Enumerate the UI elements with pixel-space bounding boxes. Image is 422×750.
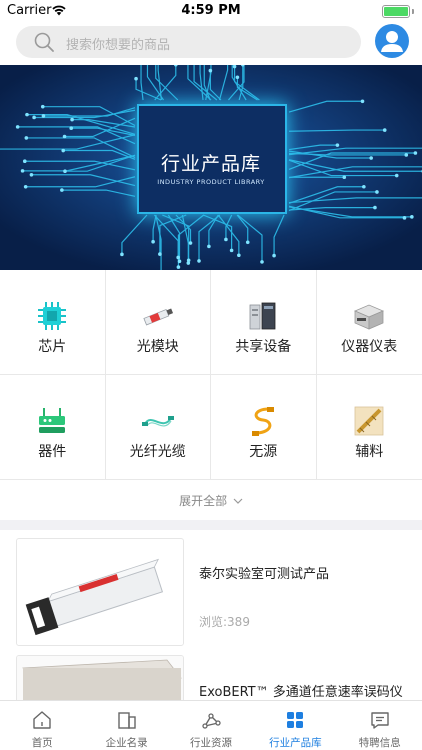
circuit-pad	[272, 253, 276, 258]
tab-resources[interactable]: 行业资源	[169, 701, 253, 750]
circuit-pad	[402, 216, 407, 220]
circuit-pad	[260, 260, 264, 264]
home-icon	[33, 711, 51, 729]
product-library-icon	[287, 712, 304, 728]
tab-messages[interactable]: 特聘信息	[338, 701, 422, 750]
banner[interactable]: 行业产品库 INDUSTRY PRODUCT LIBRARY	[0, 65, 422, 270]
circuit-pad	[207, 244, 211, 249]
battery-icon	[382, 5, 414, 18]
tab-label: 特聘信息	[358, 737, 401, 749]
app-screen: Carrier 4:59 PM 搜索你想要的商品 行业产品库 INDUSTRY …	[0, 0, 422, 750]
product-card[interactable]: 泰尔实验室可测试产品 浏览:389	[0, 530, 422, 650]
tab-label: 行业资源	[189, 737, 232, 749]
category-grid: 芯片 光模块 共享设备 仪器仪表 器件 光纤光缆 无源 辅料	[0, 270, 422, 480]
category-label: 光模块	[136, 339, 179, 355]
circuit-pad	[120, 252, 124, 257]
status-bar: Carrier 4:59 PM	[0, 0, 422, 22]
circuit-pad	[158, 252, 162, 256]
circuit-pad	[360, 99, 365, 104]
tab-label: 行业产品库	[269, 737, 322, 749]
fiber-cable-icon	[141, 416, 174, 427]
product-title: 泰尔实验室可测试产品	[199, 567, 330, 582]
shared-equipment-icon	[249, 302, 276, 330]
category-label: 无源	[249, 444, 278, 460]
category-label: 仪器仪表	[341, 339, 398, 355]
optical-module-icon	[143, 308, 173, 326]
circuit-pad	[208, 68, 213, 73]
circuit-pad	[15, 125, 20, 129]
circuit-pad	[375, 190, 379, 194]
directory-icon	[117, 712, 136, 729]
banner-subtitle: INDUSTRY PRODUCT LIBRARY	[157, 178, 265, 186]
circuit-pad	[229, 248, 234, 253]
search-input[interactable]: 搜索你想要的商品	[66, 34, 170, 53]
battery-level-fill	[384, 7, 408, 16]
category-device[interactable]: 器件	[0, 375, 106, 480]
section-divider	[0, 520, 422, 530]
circuit-pad	[24, 136, 29, 140]
circuit-pad	[235, 75, 240, 80]
tab-home[interactable]: 首页	[0, 701, 84, 750]
circuit-pad	[70, 117, 74, 122]
circuit-pad	[41, 114, 46, 118]
category-chip[interactable]: 芯片	[0, 270, 106, 375]
accessories-icon	[354, 406, 384, 436]
circuit-pad	[335, 143, 340, 147]
category-accessories[interactable]: 辅料	[316, 375, 422, 480]
banner-title: 行业产品库	[160, 153, 261, 175]
clock: 4:59 PM	[181, 3, 241, 18]
circuit-pad	[224, 237, 228, 242]
user-avatar-icon[interactable]	[375, 24, 409, 58]
circuit-pad	[134, 76, 138, 81]
search-bar[interactable]: 搜索你想要的商品	[16, 26, 361, 58]
expand-all-button[interactable]: 展开全部	[0, 480, 422, 522]
tab-product-library[interactable]: 行业产品库	[253, 701, 337, 750]
circuit-pad	[197, 259, 201, 263]
category-passive[interactable]: 无源	[211, 375, 317, 480]
circuit-pad	[186, 261, 191, 265]
product-views: 浏览:389	[199, 615, 250, 629]
expand-all-label: 展开全部	[179, 494, 228, 508]
search-icon	[34, 32, 54, 52]
category-optical-module[interactable]: 光模块	[105, 270, 211, 375]
circuit-pad	[40, 104, 45, 109]
circuit-pad	[176, 255, 180, 260]
category-shared-equipment[interactable]: 共享设备	[211, 270, 317, 375]
circuit-pad	[410, 215, 414, 219]
circuit-pad	[188, 241, 193, 245]
circuit-pad	[25, 112, 29, 117]
circuit-pad	[237, 253, 241, 258]
resource-icon	[202, 713, 221, 729]
circuit-pad	[60, 188, 64, 192]
category-label: 辅料	[355, 444, 384, 460]
product-image	[16, 538, 184, 646]
circuit-pad	[69, 126, 74, 131]
circuit-pad	[373, 205, 377, 210]
circuit-pad	[177, 259, 182, 264]
device-icon	[39, 408, 66, 433]
tab-label: 首页	[31, 737, 53, 749]
circuit-pad	[32, 115, 36, 120]
tab-label: 企业名录	[105, 737, 148, 749]
category-label: 光纤光缆	[129, 444, 186, 460]
chevron-down-icon	[233, 498, 243, 504]
circuit-pad	[62, 134, 67, 139]
product-title: ExoBERT™ 多通道任意速率误码仪	[199, 685, 403, 700]
category-fiber-cable[interactable]: 光纤光缆	[105, 375, 211, 480]
passive-icon	[252, 407, 275, 436]
circuit-pad	[151, 239, 155, 244]
circuit-pad	[382, 128, 387, 132]
chip-icon	[38, 302, 67, 330]
circuit-pad	[245, 240, 250, 245]
category-label: 共享设备	[235, 339, 292, 355]
circuit-pad	[176, 265, 181, 269]
tab-bar: 首页 企业名录 行业资源 行业产品库 特聘信息	[0, 700, 422, 750]
category-instrument[interactable]: 仪器仪表	[316, 270, 422, 375]
instrument-icon	[354, 304, 385, 330]
category-label: 芯片	[38, 339, 67, 355]
tab-directory[interactable]: 企业名录	[84, 701, 168, 750]
category-label: 器件	[38, 444, 67, 460]
message-icon	[371, 712, 389, 729]
product-card[interactable]: ExoBERT™ 多通道任意速率误码仪	[0, 650, 422, 750]
